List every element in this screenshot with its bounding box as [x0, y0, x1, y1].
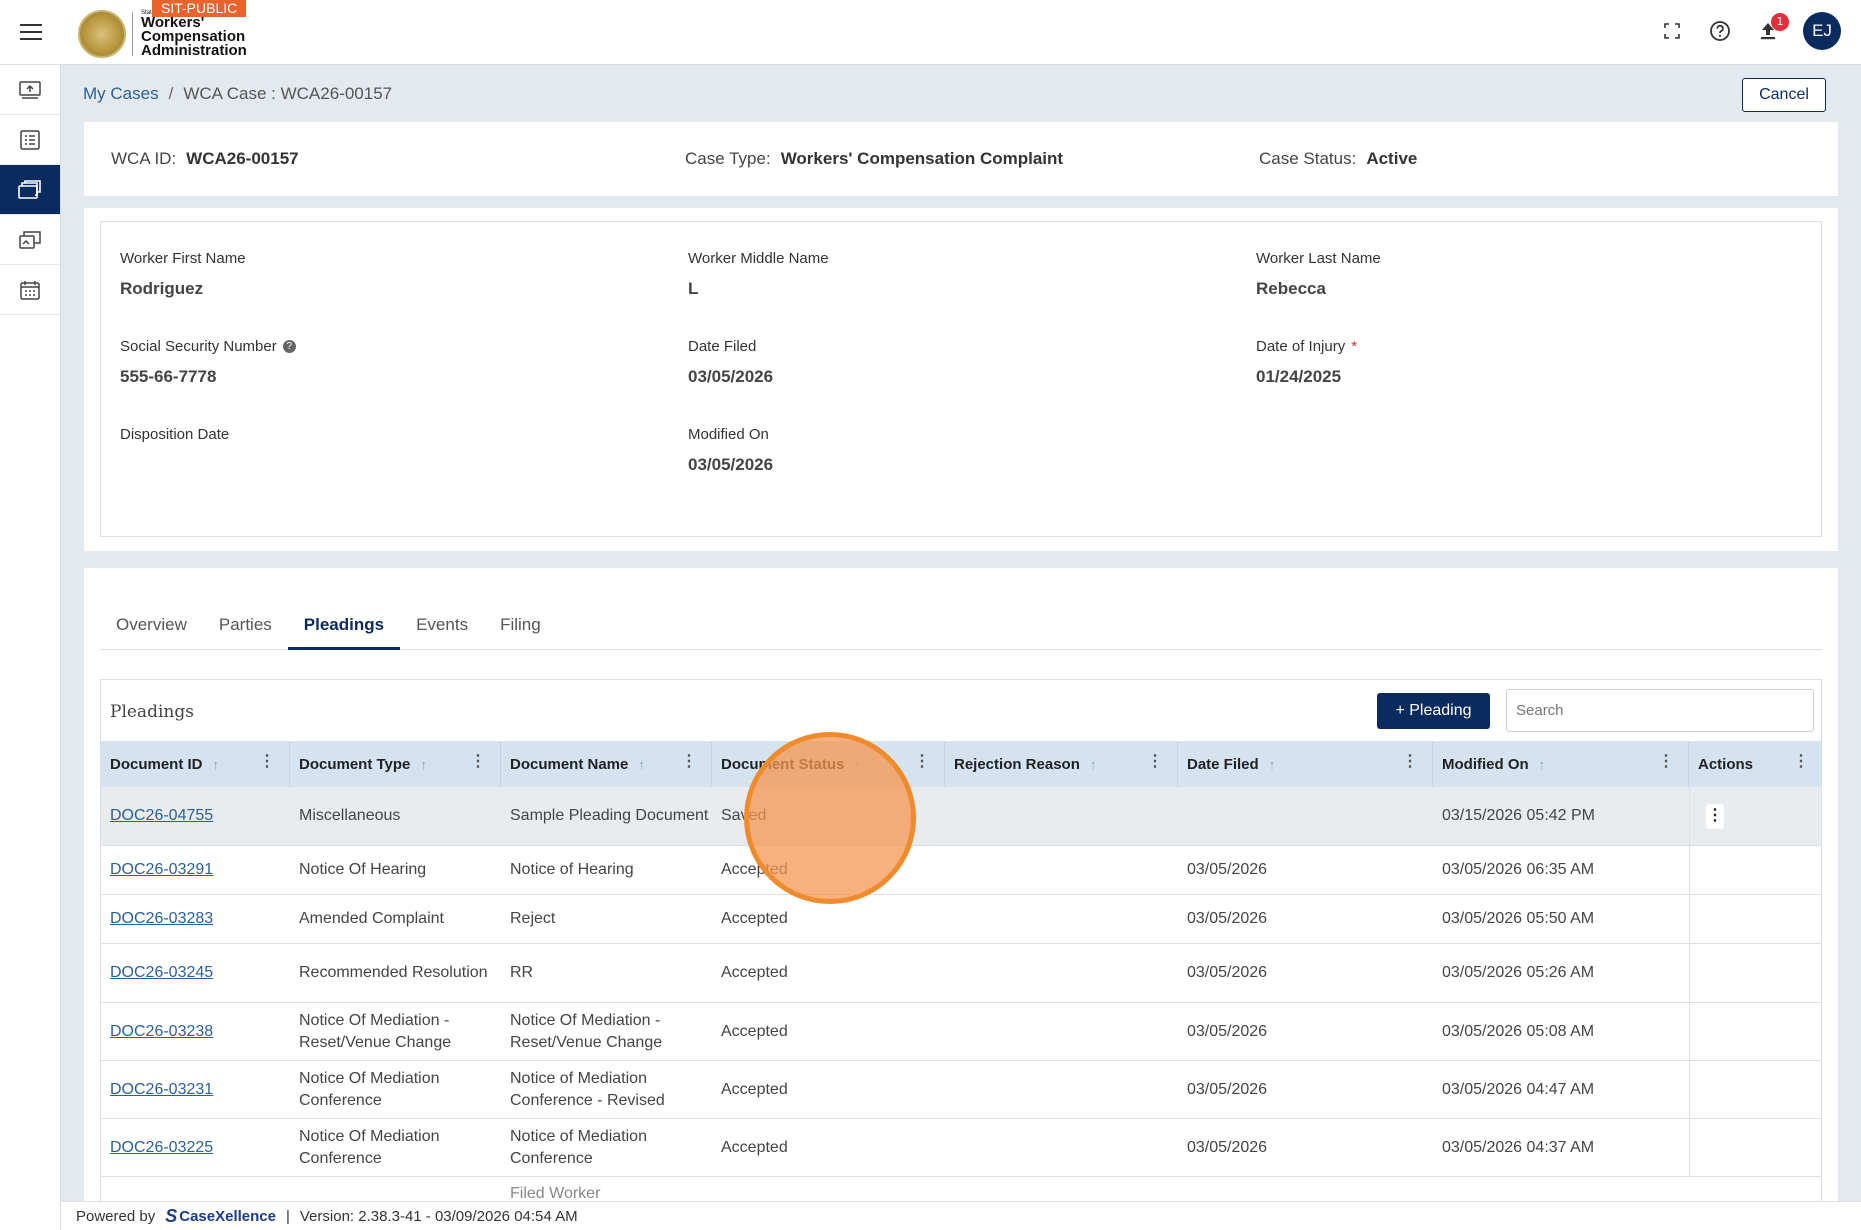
table-row[interactable]: DOC26-03225 Notice Of Mediation Conferen…: [101, 1119, 1821, 1177]
environment-badge: SIT-PUBLIC: [152, 0, 247, 17]
pleadings-grid: Pleadings + Pleading Document ID↑⋮ Docum…: [100, 679, 1822, 1230]
table-header: Document ID ↑ ⋮ Document Type ↑ ⋮ Document N…: [101, 741, 1821, 787]
nav-upload-icon[interactable]: [0, 65, 60, 115]
date-filed: Date Filed 03/05/2026: [688, 338, 774, 386]
column-menu-icon[interactable]: ⋮: [470, 754, 486, 770]
disposition-date: Disposition Date: [120, 426, 230, 443]
upload-notification-icon[interactable]: 1: [1755, 13, 1789, 44]
column-header[interactable]: Rejection Reason ↑ ⋮: [945, 741, 1178, 787]
tab-parties[interactable]: Parties: [203, 608, 288, 650]
column-menu-icon[interactable]: ⋮: [914, 754, 930, 770]
worker-last-name: Worker Last Name Rebecca: [1256, 250, 1381, 298]
casexellence-logo: S CaseXellence: [165, 1205, 276, 1226]
worker-middle-name: Worker Middle Name L: [688, 250, 829, 298]
worker-details-card: Worker First Name Rodriguez Worker Middl…: [84, 208, 1838, 551]
column-menu-icon[interactable]: ⋮: [1658, 754, 1674, 770]
ssn-help-icon[interactable]: ?: [282, 340, 296, 353]
table-row[interactable]: DOC26-03291 Notice Of Hearing Notice of …: [101, 846, 1821, 895]
column-menu-icon[interactable]: ⋮: [1147, 754, 1163, 770]
sort-arrow-icon[interactable]: ↑: [854, 757, 861, 772]
header-actions: 1 EJ: [1659, 12, 1841, 50]
grid-title: Pleadings: [110, 702, 194, 722]
cancel-button[interactable]: Cancel: [1742, 78, 1826, 112]
fullscreen-icon[interactable]: [1659, 18, 1685, 44]
user-avatar[interactable]: EJ: [1803, 12, 1841, 50]
nav-list-icon[interactable]: [0, 115, 60, 165]
breadcrumb-my-cases[interactable]: My Cases: [83, 84, 159, 103]
row-actions-icon[interactable]: ⋮: [1706, 803, 1724, 829]
tab-pleadings[interactable]: Pleadings: [287, 608, 401, 650]
case-tabs-card: Overview Parties Pleadings Events Filing…: [84, 568, 1838, 1230]
table-body: DOC26-04755 Miscellaneous Sample Pleadin…: [101, 787, 1821, 1230]
top-header: State Workers' Compensation Administrati…: [0, 0, 1861, 65]
state-seal-icon: [78, 10, 126, 58]
document-id-link[interactable]: DOC26-03225: [110, 1137, 213, 1159]
tab-filing[interactable]: Filing: [484, 608, 557, 650]
column-header[interactable]: Document Name ↑ ⋮: [501, 741, 712, 787]
hamburger-menu-icon[interactable]: [0, 0, 61, 65]
document-id-link[interactable]: DOC26-03245: [110, 962, 213, 984]
column-header[interactable]: Date Filed ↑ ⋮: [1178, 741, 1433, 787]
column-header[interactable]: Document ID ↑ ⋮: [101, 741, 290, 787]
table-row[interactable]: DOC26-03238 Notice Of Mediation - Reset/…: [101, 1003, 1821, 1061]
column-menu-icon[interactable]: ⋮: [259, 754, 275, 770]
table-row[interactable]: DOC26-03231 Notice Of Mediation Conferen…: [101, 1061, 1821, 1119]
document-id-link[interactable]: DOC26-04755: [110, 805, 213, 827]
column-header[interactable]: Document Status ↑ ⋮: [712, 741, 945, 787]
document-id-link[interactable]: DOC26-03238: [110, 1021, 213, 1043]
version-info: Version: 2.38.3-41 - 03/09/2026 04:54 AM: [299, 1207, 578, 1225]
case-tabs: Overview Parties Pleadings Events Filing: [100, 608, 1822, 650]
sort-arrow-icon[interactable]: ↑: [213, 757, 220, 772]
logo-text: State Workers' Compensation Administrati…: [141, 10, 247, 59]
required-marker: *: [1351, 338, 1358, 355]
tab-events[interactable]: Events: [400, 608, 484, 650]
column-header[interactable]: Modified On ↑ ⋮: [1433, 741, 1689, 787]
sort-arrow-icon[interactable]: ↑: [638, 757, 645, 772]
table-row[interactable]: DOC26-04755 Miscellaneous Sample Pleadin…: [101, 787, 1821, 846]
footer: Powered by S CaseXellence | Version: 2.38…: [61, 1201, 1861, 1230]
column-header[interactable]: Document Type ↑ ⋮: [290, 741, 501, 787]
left-nav: [0, 65, 61, 1230]
notification-count-badge: 1: [1771, 13, 1789, 31]
column-menu-icon[interactable]: ⋮: [1402, 754, 1418, 770]
casexellence-s-icon: S: [165, 1205, 178, 1226]
worker-first-name: Worker First Name Rodriguez: [120, 250, 246, 298]
wca-id: WCA ID: WCA26-00157: [111, 149, 299, 168]
breadcrumb-current: WCA Case : WCA26-00157: [183, 84, 393, 103]
sort-arrow-icon[interactable]: ↑: [1539, 757, 1546, 772]
modified-on: Modified On 03/05/2026: [688, 426, 774, 474]
column-menu-icon[interactable]: ⋮: [1793, 754, 1809, 770]
social-security-number: Social Security Number? 555-66-7778: [120, 338, 296, 387]
case-type: Case Type: Workers' Compensation Complain…: [685, 149, 1064, 168]
help-icon[interactable]: [1707, 18, 1733, 44]
document-id-link[interactable]: DOC26-03231: [110, 1079, 213, 1101]
date-of-injury: Date of Injury * 01/24/2025: [1256, 338, 1358, 386]
column-menu-icon[interactable]: ⋮: [681, 754, 697, 770]
table-row[interactable]: DOC26-03245 Recommended Resolution RR Ac…: [101, 944, 1821, 1003]
column-header: Actions ⋮: [1698, 753, 1809, 773]
sort-arrow-icon[interactable]: ↑: [1269, 757, 1276, 772]
worker-details: Worker First Name Rodriguez Worker Middl…: [100, 221, 1822, 537]
search-input[interactable]: [1506, 689, 1814, 732]
table-row[interactable]: DOC26-03283 Amended Complaint Reject Acc…: [101, 895, 1821, 944]
document-id-link[interactable]: DOC26-03291: [110, 859, 213, 881]
sort-arrow-icon[interactable]: ↑: [1090, 757, 1097, 772]
breadcrumb: My Cases / WCA Case : WCA26-00157: [83, 84, 393, 103]
nav-cases-icon[interactable]: [0, 165, 60, 215]
add-pleading-button[interactable]: + Pleading: [1377, 693, 1490, 729]
case-status: Case Status: Active: [1259, 149, 1418, 168]
nav-calendar-icon[interactable]: [0, 265, 60, 315]
sort-arrow-icon[interactable]: ↑: [420, 757, 427, 772]
tab-overview[interactable]: Overview: [100, 608, 203, 650]
document-id-link[interactable]: DOC26-03283: [110, 908, 213, 930]
case-summary-bar: WCA ID: WCA26-00157 Case Type: Workers' Co…: [84, 122, 1838, 196]
nav-documents-icon[interactable]: [0, 215, 60, 265]
wca-logo[interactable]: State Workers' Compensation Administrati…: [78, 10, 247, 58]
